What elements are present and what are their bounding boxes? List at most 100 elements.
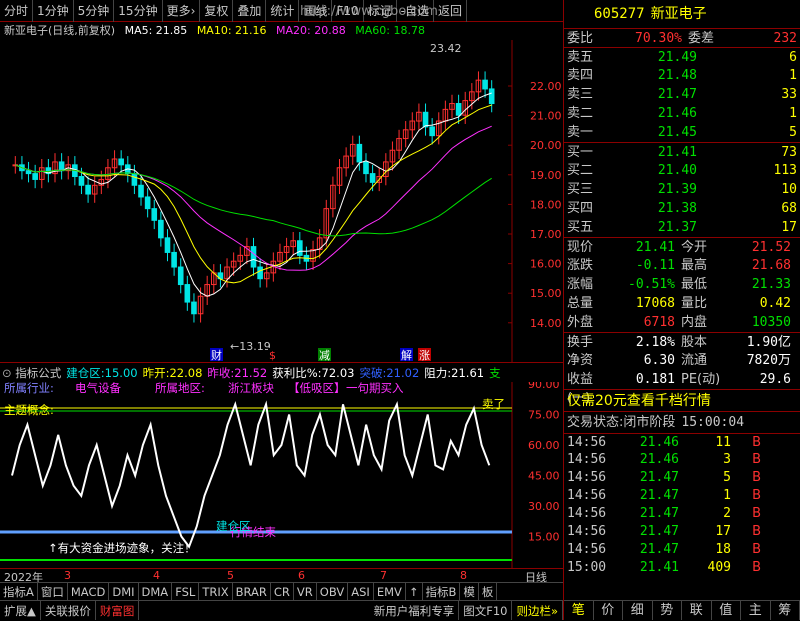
ind-label-buy_tag: 一句期买入 [346,382,404,395]
indicator-tab[interactable]: BRAR [233,583,271,600]
indicator-tab[interactable]: 指标A [0,583,38,600]
low-price-label: ←13.19 [230,340,271,353]
order-book-row[interactable]: 卖一21.455 [564,123,800,142]
toolbar-item[interactable]: 1分钟 [33,0,74,22]
indicator-tab[interactable]: 指标B [423,583,461,600]
toolbar-item[interactable]: 复权 [200,0,233,22]
tick-row: 14:5621.4717B [564,523,800,541]
tick-price: 21.47 [615,469,679,487]
indicator-field-label: 昨开: [143,366,170,380]
tick-price: 21.46 [615,434,679,451]
order-book-row[interactable]: 卖五21.496 [564,47,800,66]
order-book-row[interactable]: 卖三21.4733 [564,85,800,104]
indicator-name[interactable]: 指标公式 [15,366,61,380]
bottom-right-tab[interactable]: 则边栏» [512,601,563,620]
candlestick-chart[interactable]: 22.0021.0020.0019.0018.0017.0016.0015.00… [0,40,563,362]
indicator-tab[interactable]: ↑ [406,583,423,600]
order-book-row[interactable]: 买二21.40113 [564,161,800,180]
candle-body [430,127,435,136]
tabs-spacer [139,601,369,620]
quote-tab[interactable]: 值 [712,601,742,620]
price-axis-label: 17.00 [530,228,562,241]
price-axis-label: 18.00 [530,198,562,211]
tick-price: 21.46 [615,451,679,469]
ind-axis-label: 30.00 [528,500,560,513]
indicator-tab[interactable]: DMI [109,583,138,600]
indicator-chart[interactable]: 90.0075.0060.0045.0030.0015.00所属行业:电气设备所… [0,382,563,568]
indicator-field-label: 建仓区: [66,366,104,380]
order-book-row[interactable]: 买四21.3868 [564,199,800,218]
indicator-field: 阻力:21.61 [424,366,484,380]
quote-tab[interactable]: 主 [741,601,771,620]
candle-body [79,177,84,186]
indicator-tab[interactable]: OBV [317,583,348,600]
stat-value: 6718 [615,313,675,332]
indicator-field-label: 获利比%: [272,366,321,380]
candle-body [26,171,31,174]
tick-volume: 11 [679,434,731,451]
tick-row: 14:5621.475B [564,469,800,487]
toolbar-item[interactable]: 5分钟 [74,0,115,22]
tick-price: 21.41 [615,559,679,577]
candle-body [185,285,190,303]
level-price: 21.46 [637,104,697,123]
stat-label: 最低 [681,275,729,294]
level-label: 卖二 [567,104,637,123]
indicator-tab[interactable]: ASI [348,583,374,600]
quote-tab[interactable]: 价 [594,601,624,620]
bottom-right-tab[interactable]: 图文F10 [459,601,512,620]
indicator-tab[interactable]: 窗口 [38,583,68,600]
toolbar-item[interactable]: 标记 [364,0,397,22]
promo-link[interactable]: 仅需20元查看千档行情 [564,389,800,411]
toolbar-item[interactable]: 15分钟 [114,0,162,22]
indicator-field-label: 支 [489,366,501,380]
stat-label: 外盘 [567,313,615,332]
collapse-icon[interactable]: ⊙ [2,366,15,380]
bottom-tab[interactable]: 扩展▲ [0,601,41,620]
toolbar-item[interactable]: 叠加 [233,0,266,22]
indicator-field: 建仓区:15.00 [66,366,137,380]
indicator-tab[interactable]: 板 [479,583,498,600]
tick-time: 14:56 [567,451,615,469]
quote-tab[interactable]: 笔 [564,601,594,620]
stat-row: 总量17068量比0.42 [564,294,800,313]
order-book-row[interactable]: 买三21.3910 [564,180,800,199]
candle-body [145,197,150,209]
indicator-tab[interactable]: MACD [68,583,109,600]
indicator-tab[interactable]: VR [294,583,317,600]
toolbar-item[interactable]: 分时 [0,0,33,22]
level-label: 卖三 [567,85,637,104]
quote-tab[interactable]: 联 [682,601,712,620]
indicator-tab[interactable]: CR [271,583,294,600]
toolbar-item[interactable]: 画线 [299,0,332,22]
indicator-tab[interactable]: 模 [460,583,479,600]
stat-value: 17068 [615,294,675,313]
indicator-field: 昨收:21.52 [207,366,267,380]
order-book-row[interactable]: 卖二21.461 [564,104,800,123]
level-price: 21.47 [637,85,697,104]
bottom-tab[interactable]: 财富图 [96,601,140,620]
toolbar-item[interactable]: 统计 [266,0,299,22]
order-book-row[interactable]: 卖四21.481 [564,66,800,85]
indicator-field-value: 21.52 [234,366,267,380]
ind-axis-label: 15.00 [528,531,560,544]
order-book-row[interactable]: 买一21.4173 [564,142,800,161]
indicator-tab[interactable]: DMA [139,583,173,600]
quote-tab[interactable]: 势 [653,601,683,620]
toolbar-item[interactable]: 更多› [163,0,201,22]
toolbar-item[interactable]: 返回 [434,0,467,22]
order-book-row[interactable]: 买五21.3717 [564,218,800,237]
chart-info-bar: 新亚电子(日线,前复权) MA5: 21.85 MA10: 21.16 MA20… [0,22,563,40]
indicator-tab[interactable]: EMV [374,583,406,600]
indicator-tab[interactable]: FSL [172,583,199,600]
stat-label: 换手 [567,333,615,351]
stat-value: 1.90亿 [727,333,791,351]
quote-tab[interactable]: 细 [623,601,653,620]
quote-tab[interactable]: 筹 [771,601,800,620]
bottom-right-tab[interactable]: 新用户福利专享 [370,601,460,620]
toolbar-item[interactable]: -自选 [397,0,434,22]
ma60-line [15,165,491,236]
bottom-tab[interactable]: 关联报价 [41,601,96,620]
toolbar-item[interactable]: F10 [332,0,363,22]
indicator-tab[interactable]: TRIX [199,583,232,600]
